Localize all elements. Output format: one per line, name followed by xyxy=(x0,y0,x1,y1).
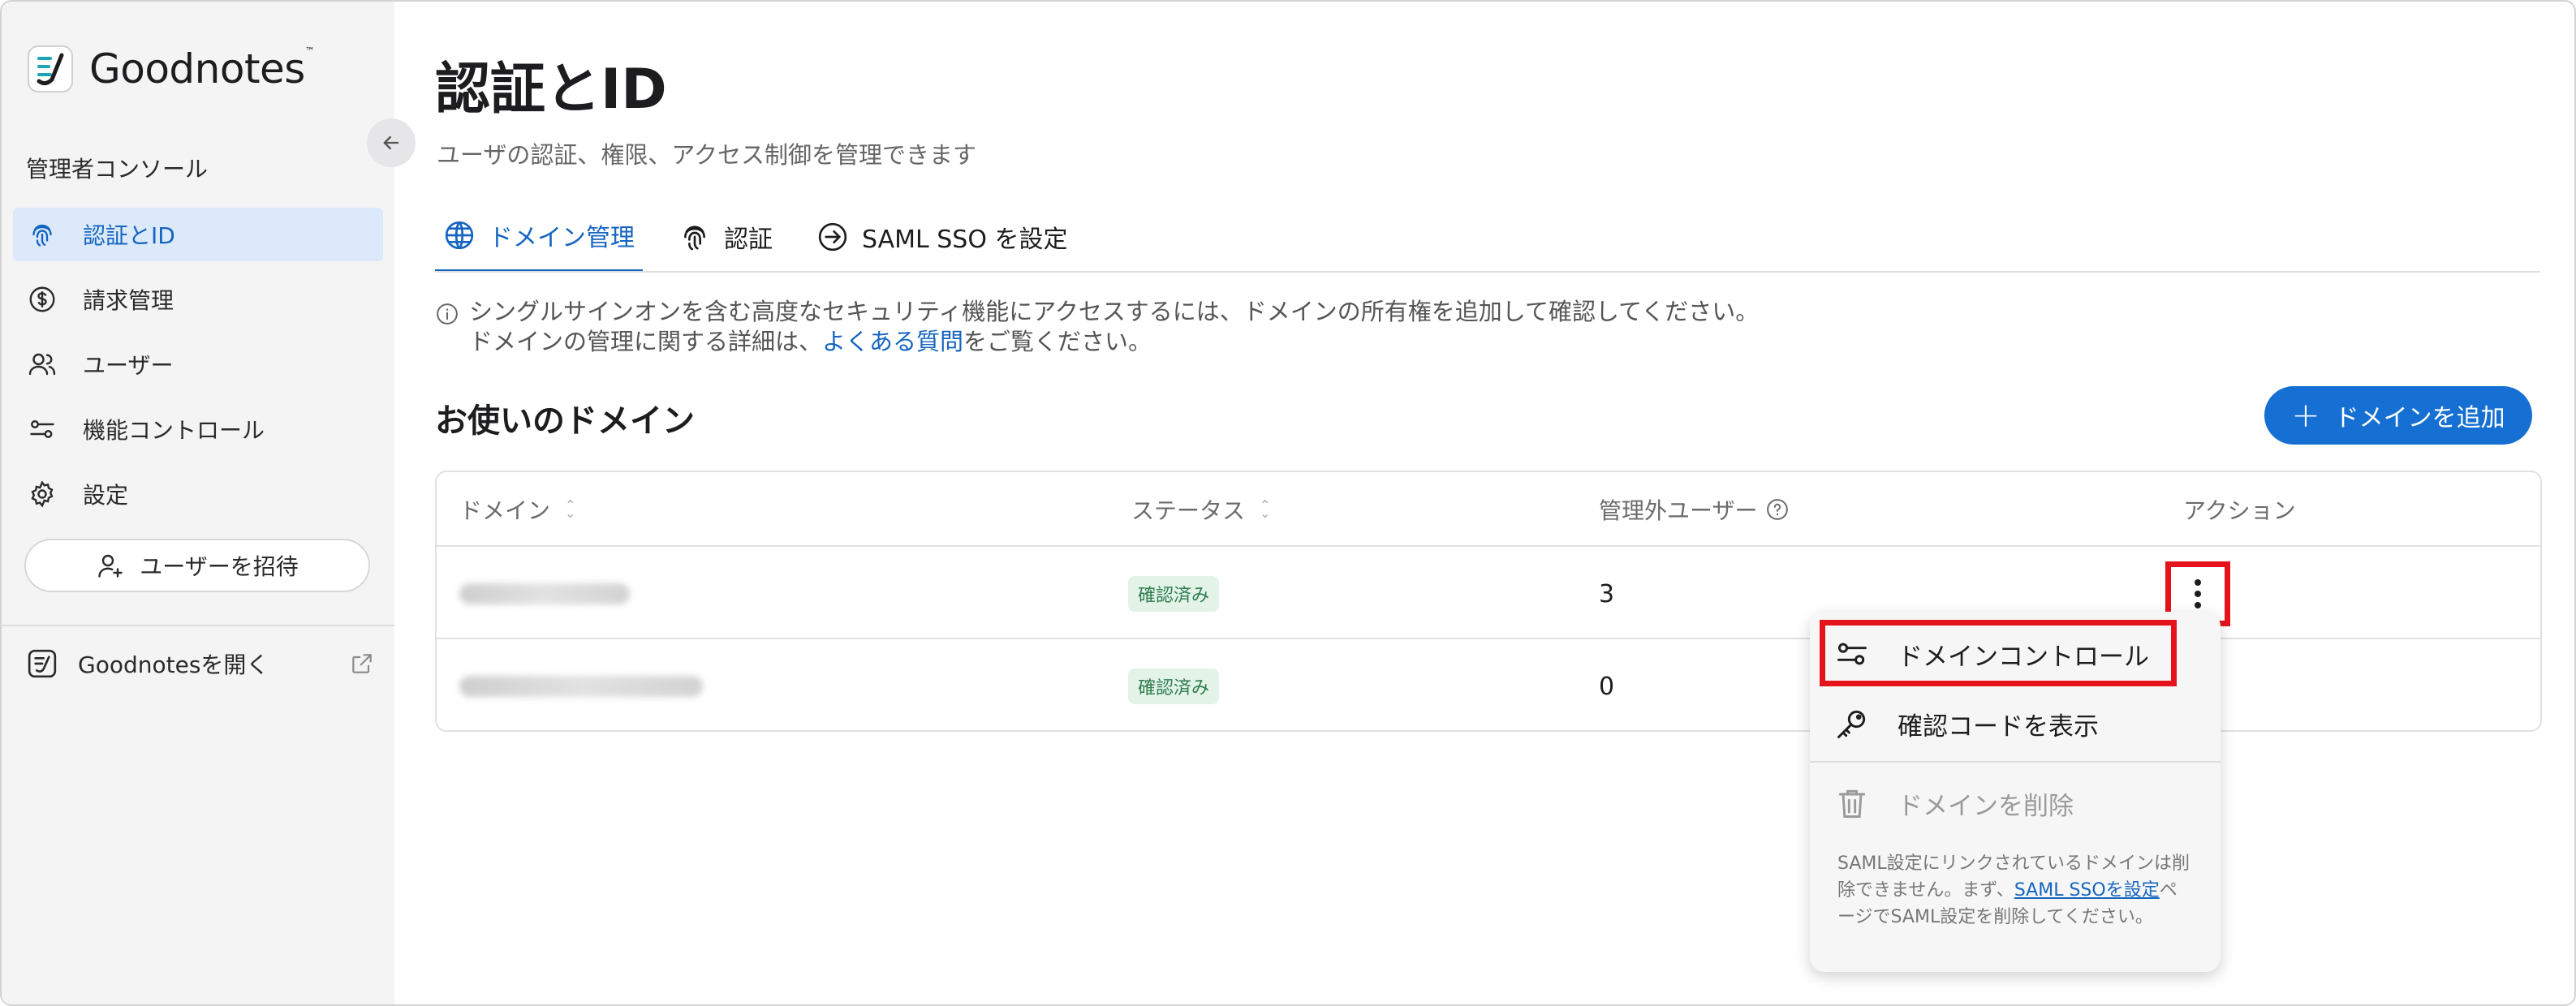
goodnotes-logo-icon xyxy=(28,45,73,92)
sidebar-item-label: 機能コントロール xyxy=(83,417,265,444)
sidebar-item-users[interactable]: ユーザー xyxy=(13,337,383,391)
section-title: お使いのドメイン xyxy=(435,402,695,440)
tab-label: SAML SSO を設定 xyxy=(862,226,1068,254)
column-action: アクション xyxy=(2183,497,2296,524)
sidebar-item-billing[interactable]: 請求管理 xyxy=(13,273,383,326)
page-subtitle: ユーザの認証、権限、アクセス制御を管理できます xyxy=(437,141,976,169)
column-status[interactable]: ステータス ⌃ ⌄ xyxy=(1131,472,1270,547)
unmanaged-users-cell: 3 xyxy=(1599,579,1615,608)
key-icon xyxy=(1837,710,1866,738)
unmanaged-users-cell: 0 xyxy=(1599,672,1615,701)
globe-icon xyxy=(445,221,474,250)
menu-item-label: 確認コードを表示 xyxy=(1898,712,2099,742)
dollar-circle-icon xyxy=(26,283,58,316)
fingerprint-icon xyxy=(26,218,58,251)
menu-item-delete-domain: ドメインを削除 xyxy=(1810,769,2221,837)
domain-cell-redacted xyxy=(459,641,703,730)
gear-icon xyxy=(26,478,58,510)
sidebar-item-label: ユーザー xyxy=(83,352,174,379)
info-line-1: シングルサインオンを含む高度なセキュリティ機能にアクセスするには、ドメインの所有… xyxy=(469,298,1760,325)
brand-logo[interactable]: Goodnotes™ xyxy=(26,42,315,96)
tab-label: ドメイン管理 xyxy=(489,224,635,252)
faq-link[interactable]: よくある質問 xyxy=(822,328,963,355)
add-user-icon xyxy=(98,554,123,578)
users-icon xyxy=(26,348,58,380)
info-icon xyxy=(437,303,458,325)
info-notice: シングルサインオンを含む高度なセキュリティ機能にアクセスするには、ドメインの所有… xyxy=(435,297,1759,357)
sidebar-item-settings[interactable]: 設定 xyxy=(13,467,383,521)
invite-user-label: ユーザーを招待 xyxy=(140,553,299,580)
sort-icon: ⌃ ⌄ xyxy=(1260,497,1271,521)
delete-disabled-note: SAML設定にリンクされているドメインは削除できません。まず、SAML SSOを… xyxy=(1837,853,2190,927)
help-icon[interactable] xyxy=(1765,497,1790,522)
toggle-controls-icon xyxy=(26,413,58,445)
trash-icon xyxy=(1838,789,1866,818)
menu-divider xyxy=(1810,761,2221,763)
external-link-icon xyxy=(352,654,372,673)
page-title: 認証とID xyxy=(435,58,667,122)
tab-saml-sso[interactable]: SAML SSO を設定 xyxy=(808,201,1076,273)
goodnotes-app-icon xyxy=(28,649,57,678)
column-label: 管理外ユーザー xyxy=(1599,497,1758,524)
sort-icon: ⌃ ⌄ xyxy=(565,497,576,521)
sign-in-icon xyxy=(818,222,847,252)
column-domain[interactable]: ドメイン ⌃ ⌄ xyxy=(459,472,575,547)
sidebar-item-auth-id[interactable]: 認証とID xyxy=(13,208,383,261)
table-header: ドメイン ⌃ ⌄ ステータス ⌃ ⌄ 管理外ユーザー アクション xyxy=(437,472,2540,547)
domain-cell-redacted xyxy=(459,548,630,639)
redacted-domain xyxy=(459,676,703,697)
saml-sso-settings-link[interactable]: SAML SSOを設定 xyxy=(2014,880,2160,901)
tab-authentication[interactable]: 認証 xyxy=(670,201,781,273)
app-window: Goodnotes™ 管理者コンソール 認証とID 請求管理 ユーザー 機能コン… xyxy=(0,0,2576,1006)
sidebar-item-label: 設定 xyxy=(83,482,129,509)
open-goodnotes-link[interactable]: Goodnotesを開く xyxy=(26,643,375,685)
console-label: 管理者コンソール xyxy=(26,156,209,183)
menu-item-show-verification-code[interactable]: 確認コードを表示 xyxy=(1810,690,2221,758)
tab-domain-management[interactable]: ドメイン管理 xyxy=(435,201,643,273)
main-content: 認証とID ユーザの認証、権限、アクセス制御を管理できます ドメイン管理 認証 … xyxy=(394,2,2574,1004)
status-badge: 確認済み xyxy=(1128,669,1220,704)
tabs-underline xyxy=(435,271,2540,273)
highlight-box-domain-control xyxy=(1820,620,2177,686)
tab-bar: ドメイン管理 認証 SAML SSO を設定 xyxy=(435,201,1104,273)
redacted-domain xyxy=(459,583,630,604)
tab-label: 認証 xyxy=(724,226,773,254)
sidebar-item-label: 請求管理 xyxy=(83,287,174,314)
table-row: 確認済み 0 xyxy=(437,641,2540,730)
plus-icon: + xyxy=(2291,395,2320,435)
info-line-2: ドメインの管理に関する詳細は、よくある質問をご覧ください。 xyxy=(469,328,1152,355)
status-cell: 確認済み xyxy=(1128,641,1220,730)
add-domain-button[interactable]: + ドメインを追加 xyxy=(2264,386,2532,445)
status-cell: 確認済み xyxy=(1128,548,1220,639)
open-goodnotes-label: Goodnotesを開く xyxy=(78,651,269,678)
add-domain-label: ドメインを追加 xyxy=(2334,404,2505,432)
sidebar-divider xyxy=(2,625,394,626)
fingerprint-icon xyxy=(684,226,705,251)
invite-user-button[interactable]: ユーザーを招待 xyxy=(24,539,370,592)
sidebar-item-feature-controls[interactable]: 機能コントロール xyxy=(13,402,383,456)
brand-name: Goodnotes™ xyxy=(89,45,315,92)
column-label: ステータス xyxy=(1131,497,1246,524)
sidebar-item-label: 認証とID xyxy=(83,222,175,249)
sidebar: Goodnotes™ 管理者コンソール 認証とID 請求管理 ユーザー 機能コン… xyxy=(2,2,394,1004)
column-unmanaged-users: 管理外ユーザー xyxy=(1599,472,1790,547)
sidebar-nav: 認証とID 請求管理 ユーザー 機能コントロール 設定 xyxy=(13,208,383,532)
column-label: ドメイン xyxy=(459,497,551,524)
status-badge: 確認済み xyxy=(1128,576,1220,612)
menu-item-label: ドメインを削除 xyxy=(1898,791,2074,821)
